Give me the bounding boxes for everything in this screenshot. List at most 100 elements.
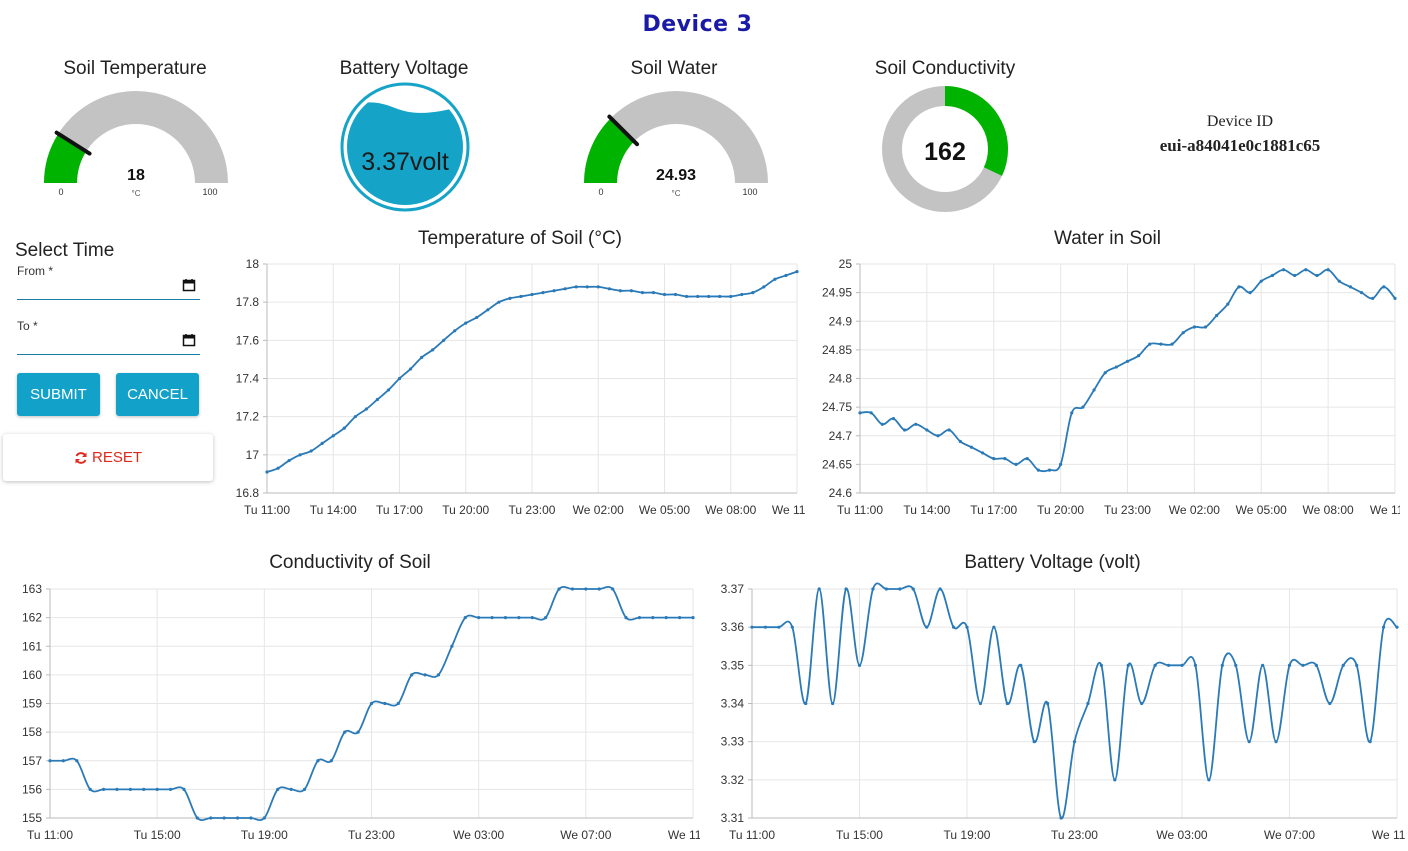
device-id-value: eui-a84041e0c1881c65 [1159, 136, 1321, 155]
data-point [364, 407, 368, 411]
data-point [1103, 371, 1107, 375]
x-tick-label: Tu 11:00 [837, 503, 883, 517]
data-point [541, 291, 545, 295]
data-point [691, 616, 695, 620]
data-point [1341, 663, 1345, 667]
data-point [1270, 273, 1274, 278]
x-tick-label: Tu 17:00 [376, 503, 423, 517]
soil-conductivity-value: 162 [924, 138, 966, 166]
data-point [316, 759, 320, 763]
data-point [1371, 296, 1375, 300]
y-tick-label: 3.35 [721, 658, 745, 672]
data-point [740, 292, 744, 297]
y-tick-label: 16.8 [236, 486, 260, 500]
soil-water-title: Soil Water [630, 58, 718, 79]
chart-title-battery: Battery Voltage (volt) [964, 552, 1141, 573]
data-point [911, 587, 915, 591]
data-point [1203, 325, 1208, 329]
data-point [1314, 663, 1318, 667]
from-date-field[interactable]: From * [17, 264, 200, 300]
data-point [1153, 663, 1157, 667]
data-point [629, 289, 633, 293]
y-tick-label: 17.4 [236, 372, 260, 386]
data-point [1274, 740, 1278, 744]
data-point [1025, 457, 1029, 461]
calendar-icon[interactable] [182, 333, 196, 347]
data-point [1348, 285, 1353, 289]
data-point [902, 428, 907, 432]
data-point [396, 701, 400, 706]
x-tick-label: We 02:00 [573, 503, 624, 517]
data-point [235, 816, 240, 820]
y-tick-label: 158 [22, 725, 42, 739]
data-point [276, 787, 280, 791]
y-tick-label: 17.8 [236, 295, 260, 309]
data-point [640, 291, 645, 295]
x-tick-label: Tu 11:00 [27, 828, 73, 842]
data-point [762, 285, 766, 289]
data-point [914, 422, 918, 426]
reset-button[interactable]: RESET [3, 434, 213, 481]
data-point [750, 625, 754, 629]
y-tick-label: 24.8 [829, 372, 853, 386]
to-date-field[interactable]: To * [17, 319, 200, 355]
data-point [1193, 663, 1198, 667]
battery-chart: Tu 11:00 Tu 15:00 Tu 19:00 Tu 23:00 We 03:00… [721, 582, 1405, 842]
data-point [684, 294, 689, 299]
data-point [329, 759, 333, 763]
cancel-button[interactable]: CANCEL [116, 373, 199, 416]
data-point [530, 616, 534, 620]
data-point [1393, 296, 1397, 300]
data-point [48, 759, 52, 763]
data-point [790, 625, 794, 629]
data-point [552, 289, 556, 293]
data-point [1220, 663, 1224, 667]
data-point [981, 451, 985, 455]
page-title: Device 3 [642, 12, 753, 37]
data-point [1248, 291, 1252, 295]
data-point [375, 397, 380, 402]
data-point [1159, 342, 1163, 346]
x-tick-label: We 07:00 [1264, 828, 1315, 842]
data-point [804, 701, 808, 706]
y-tick-label: 3.32 [721, 773, 745, 787]
battery-voltage-value: 3.37volt [361, 148, 449, 176]
data-point [1114, 365, 1118, 369]
data-point [585, 285, 589, 289]
submit-button[interactable]: SUBMIT [17, 373, 100, 416]
data-point [570, 587, 575, 591]
data-point [356, 730, 360, 734]
x-tick-label: Tu 20:00 [442, 503, 489, 517]
soil-conductivity-title: Soil Conductivity [874, 58, 1016, 79]
data-point [624, 616, 628, 620]
data-point [1059, 816, 1063, 820]
data-point [464, 321, 468, 325]
data-point [1226, 302, 1230, 306]
x-tick-label: We 11:00 [668, 828, 700, 842]
data-point [773, 277, 777, 281]
data-point [419, 355, 424, 360]
refresh-icon [75, 451, 87, 464]
data-point [858, 411, 862, 415]
x-tick-label: Tu 23:00 [509, 503, 556, 517]
data-point [1304, 268, 1308, 272]
y-tick-label: 24.95 [822, 286, 852, 300]
data-point [1315, 273, 1319, 278]
data-point [951, 625, 956, 629]
data-point [1099, 663, 1103, 667]
data-point [1359, 291, 1364, 295]
data-point [410, 673, 414, 677]
data-point [880, 422, 884, 426]
data-point [563, 287, 567, 291]
x-tick-label: Tu 14:00 [903, 503, 950, 517]
data-point [651, 616, 655, 620]
data-point [1337, 279, 1341, 283]
data-point [637, 616, 642, 620]
data-point [386, 388, 391, 392]
data-point [869, 411, 873, 415]
data-point [195, 816, 199, 820]
calendar-icon[interactable] [182, 278, 196, 292]
data-point [1137, 354, 1141, 358]
data-point [891, 416, 896, 421]
soil-temperature-title: Soil Temperature [63, 58, 207, 79]
